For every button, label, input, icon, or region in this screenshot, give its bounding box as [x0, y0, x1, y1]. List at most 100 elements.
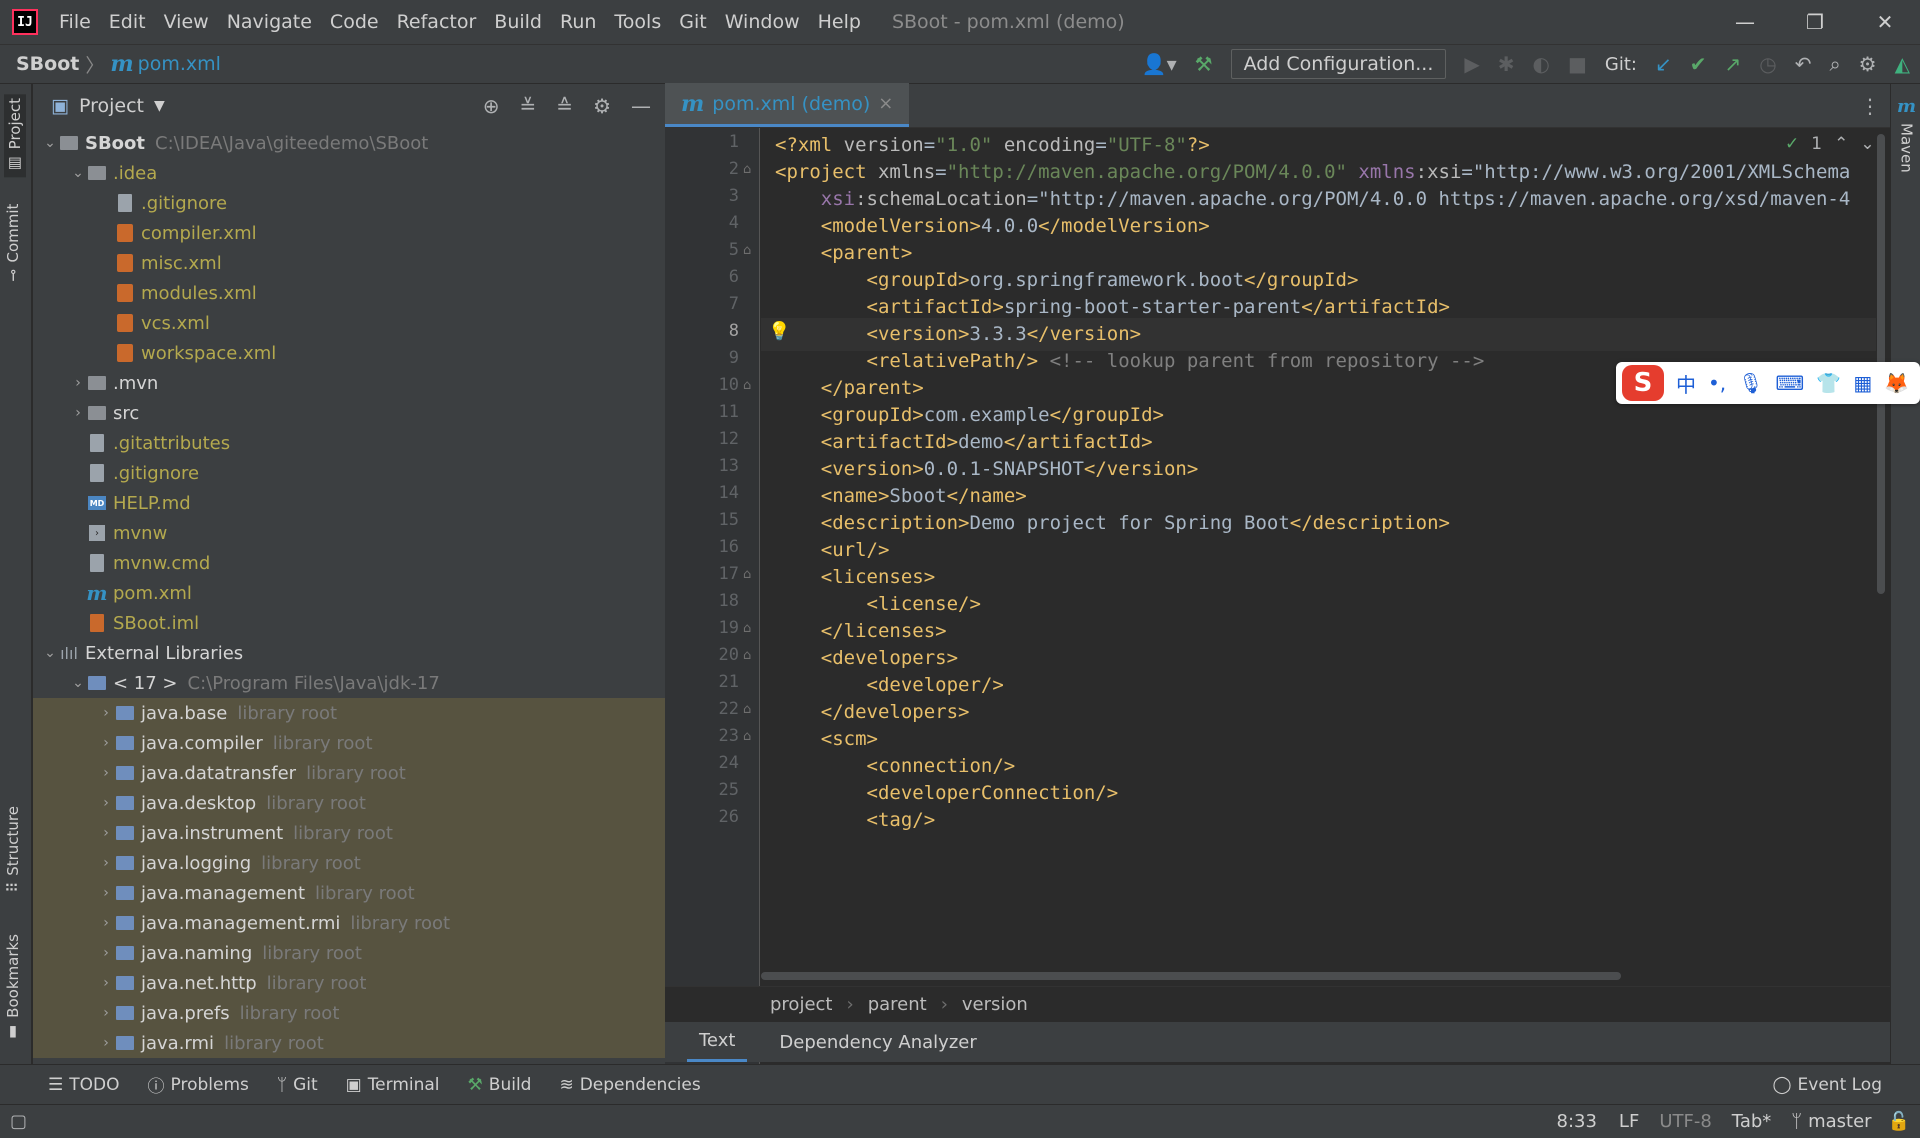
restore-button[interactable]: ❐: [1780, 10, 1850, 34]
git-push-icon[interactable]: ↗: [1724, 52, 1741, 76]
chevron-right-icon[interactable]: ›: [97, 855, 115, 871]
tree-item[interactable]: SBoot.iml: [33, 608, 665, 638]
indent-setting[interactable]: Tab*: [1732, 1111, 1771, 1132]
close-button[interactable]: ✕: [1850, 10, 1920, 34]
minimize-button[interactable]: —: [1710, 10, 1780, 34]
menu-help[interactable]: Help: [809, 11, 870, 33]
chevron-up-icon[interactable]: ⌃: [1834, 134, 1848, 154]
tree-item[interactable]: modules.xml: [33, 278, 665, 308]
more-icon[interactable]: ⋮: [1860, 94, 1890, 118]
stop-icon[interactable]: ■: [1568, 52, 1587, 76]
chevron-right-icon[interactable]: ›: [97, 795, 115, 811]
tree-item[interactable]: › java.desktop library root: [33, 788, 665, 818]
git-update-icon[interactable]: ↙: [1655, 52, 1672, 76]
tree-item[interactable]: ⌄ < 17 > C:\Program Files\Java\jdk-17: [33, 668, 665, 698]
chevron-down-icon[interactable]: ⌄: [1860, 134, 1874, 154]
project-tool-tab[interactable]: ▤ Project: [4, 94, 26, 178]
chevron-right-icon[interactable]: ›: [97, 885, 115, 901]
tree-item[interactable]: compiler.xml: [33, 218, 665, 248]
fold-marker-icon[interactable]: ⌂: [743, 378, 751, 393]
menu-code[interactable]: Code: [321, 11, 388, 33]
breadcrumb-version[interactable]: version: [962, 994, 1028, 1015]
tree-item[interactable]: › java.base library root: [33, 698, 665, 728]
event-log-button[interactable]: ◯ Event Log: [1773, 1075, 1883, 1095]
nav-file[interactable]: pom.xml: [138, 53, 221, 75]
skin-icon[interactable]: 👕: [1816, 371, 1841, 395]
locate-icon[interactable]: ⊕: [483, 94, 500, 118]
user-icon[interactable]: 👤▾: [1142, 52, 1177, 76]
lock-icon[interactable]: 🔓: [1888, 1111, 1910, 1132]
tree-item[interactable]: ⌄ ılıl External Libraries: [33, 638, 665, 668]
keyboard-icon[interactable]: ⌨: [1776, 371, 1805, 395]
expand-all-icon[interactable]: ≚: [520, 94, 537, 118]
horizontal-scrollbar[interactable]: [761, 972, 1621, 980]
chevron-down-icon[interactable]: ⌄: [69, 675, 87, 691]
chevron-right-icon[interactable]: ›: [97, 1035, 115, 1051]
fold-marker-icon[interactable]: ⌂: [743, 702, 751, 717]
fold-marker-icon[interactable]: ⌂: [743, 729, 751, 744]
settings-icon[interactable]: ⚙: [1859, 52, 1877, 76]
code-line[interactable]: <tag/>: [761, 804, 1876, 837]
menu-tools[interactable]: Tools: [605, 11, 670, 33]
chevron-down-icon[interactable]: ⌄: [69, 165, 87, 181]
gear-icon[interactable]: ⚙: [593, 94, 611, 118]
collapse-all-icon[interactable]: ≙: [556, 94, 573, 118]
tree-item[interactable]: › java.logging library root: [33, 848, 665, 878]
menu-edit[interactable]: Edit: [100, 11, 155, 33]
mic-icon[interactable]: 🎙: [1738, 371, 1763, 395]
file-encoding[interactable]: UTF-8: [1659, 1111, 1711, 1132]
git-commit-icon[interactable]: ✔: [1690, 52, 1707, 76]
editor-tab-pom[interactable]: m pom.xml (demo) ×: [665, 83, 910, 127]
chevron-right-icon[interactable]: ›: [97, 975, 115, 991]
chevron-right-icon[interactable]: ›: [97, 915, 115, 931]
coverage-icon[interactable]: ◐: [1533, 52, 1550, 76]
run-icon[interactable]: ▶: [1464, 52, 1479, 76]
lightbulb-icon[interactable]: 💡: [768, 321, 790, 342]
bookmarks-tool-tab[interactable]: ▮ Bookmarks: [4, 934, 22, 1042]
tree-item[interactable]: ⌄ SBoot C:\IDEA\Java\giteedemo\SBoot: [33, 128, 665, 158]
tree-item[interactable]: mvnw.cmd: [33, 548, 665, 578]
git-tool-button[interactable]: ᛘ Git: [277, 1075, 318, 1095]
tree-item[interactable]: › java.datatransfer library root: [33, 758, 665, 788]
toggle-panels-icon[interactable]: ▢: [10, 1111, 27, 1132]
chevron-right-icon[interactable]: ›: [69, 405, 87, 421]
search-icon[interactable]: ⌕: [1829, 52, 1840, 76]
plugin-icon[interactable]: ◭: [1895, 52, 1910, 76]
tree-item[interactable]: .gitignore: [33, 188, 665, 218]
tree-item[interactable]: › src: [33, 398, 665, 428]
chevron-down-icon[interactable]: ⌄: [41, 645, 59, 661]
ime-language[interactable]: 中: [1676, 369, 1696, 398]
git-branch[interactable]: master: [1808, 1111, 1871, 1132]
breadcrumb-parent[interactable]: parent: [868, 994, 927, 1015]
tree-item[interactable]: › mvnw: [33, 518, 665, 548]
history-icon[interactable]: ◷: [1759, 52, 1776, 76]
tree-item[interactable]: .gitignore: [33, 458, 665, 488]
tree-item[interactable]: ⌄ .idea: [33, 158, 665, 188]
terminal-tool-button[interactable]: ▣ Terminal: [346, 1075, 440, 1095]
fold-marker-icon[interactable]: ⌂: [743, 243, 751, 258]
tree-item[interactable]: misc.xml: [33, 248, 665, 278]
rollback-icon[interactable]: ↶: [1795, 52, 1812, 76]
tree-item[interactable]: › java.management.rmi library root: [33, 908, 665, 938]
tab-dependency-analyzer[interactable]: Dependency Analyzer: [767, 1024, 988, 1061]
ime-toolbar[interactable]: S 中 •, 🎙 ⌨ 👕 ▦ 🦊: [1616, 362, 1920, 404]
menu-run[interactable]: Run: [551, 11, 605, 33]
tree-item[interactable]: m pom.xml: [33, 578, 665, 608]
fold-marker-icon[interactable]: ⌂: [743, 648, 751, 663]
chevron-right-icon[interactable]: ›: [97, 705, 115, 721]
close-tab-icon[interactable]: ×: [878, 93, 893, 114]
tree-item[interactable]: MD HELP.md: [33, 488, 665, 518]
add-configuration-button[interactable]: Add Configuration...: [1230, 49, 1447, 79]
nav-project[interactable]: SBoot: [16, 53, 79, 75]
chevron-right-icon[interactable]: ›: [97, 825, 115, 841]
tree-item[interactable]: › java.naming library root: [33, 938, 665, 968]
chevron-right-icon[interactable]: ›: [97, 945, 115, 961]
commit-tool-tab[interactable]: ⊸ Commit: [4, 204, 22, 282]
chevron-down-icon[interactable]: ⌄: [41, 135, 59, 151]
tree-item[interactable]: › java.prefs library root: [33, 998, 665, 1028]
tree-item[interactable]: › .mvn: [33, 368, 665, 398]
tree-item[interactable]: › java.instrument library root: [33, 818, 665, 848]
caret-position[interactable]: 8:33: [1557, 1111, 1597, 1132]
hammer-icon[interactable]: ⚒: [1195, 52, 1213, 76]
debug-icon[interactable]: ✱: [1498, 52, 1515, 76]
